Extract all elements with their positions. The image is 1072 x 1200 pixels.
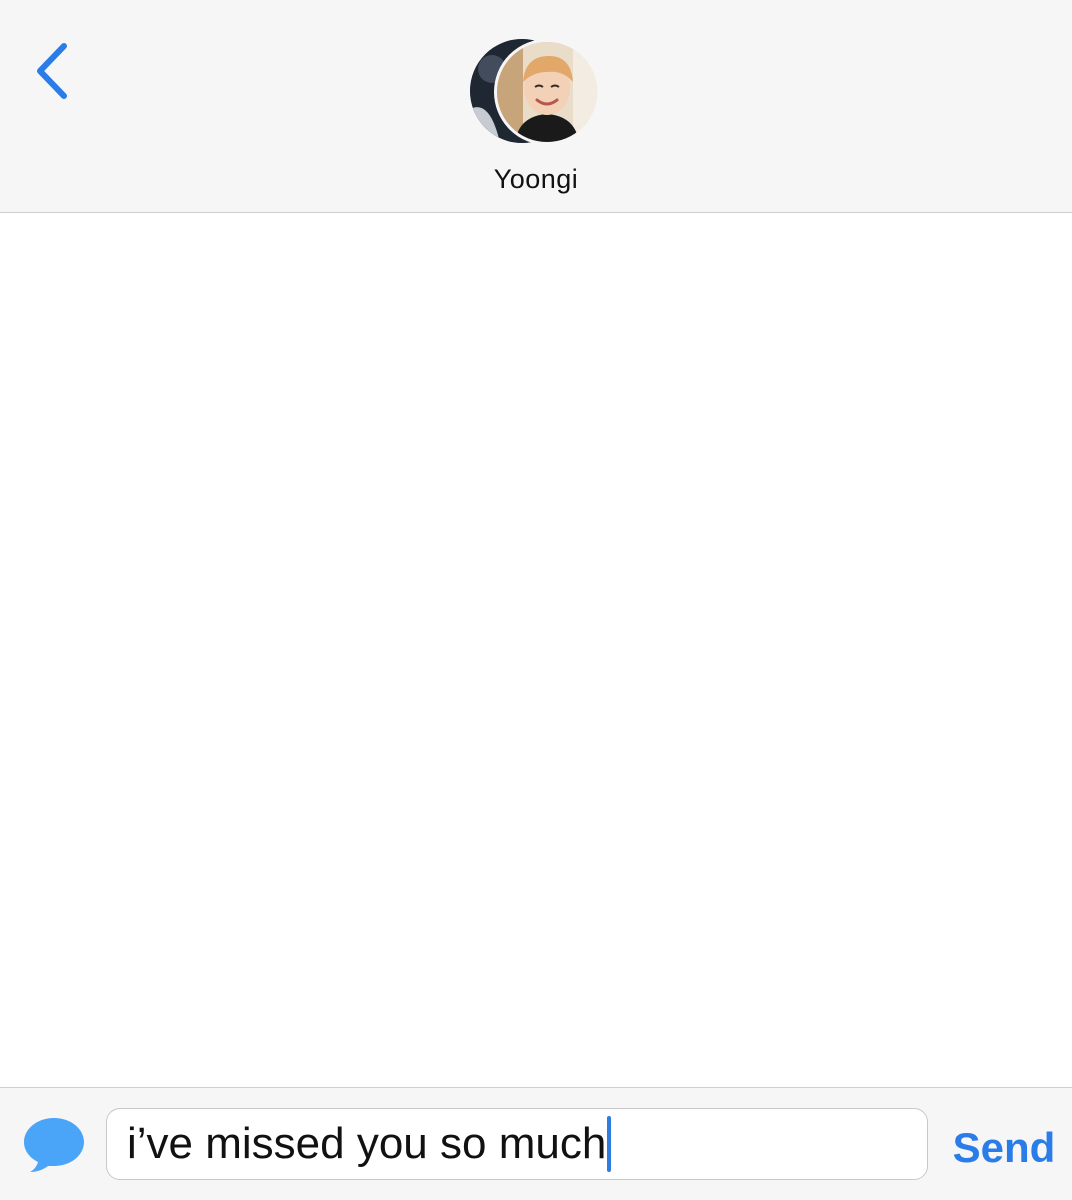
back-button[interactable]	[30, 40, 76, 102]
imessage-bubble-icon[interactable]	[22, 1114, 86, 1176]
contact-avatars[interactable]	[470, 39, 604, 147]
compose-bar: i’ve missed you so much Send	[0, 1087, 1072, 1200]
message-thread	[0, 213, 1072, 1087]
text-caret	[607, 1116, 612, 1172]
message-input[interactable]: i’ve missed you so much	[106, 1108, 928, 1180]
message-input-text: i’ve missed you so much	[127, 1119, 607, 1168]
conversation-header: Yoongi	[0, 0, 1072, 213]
avatar	[494, 39, 600, 145]
contact-name[interactable]: Yoongi	[0, 164, 1072, 195]
send-button[interactable]: Send	[948, 1124, 1060, 1172]
chevron-left-icon	[37, 43, 67, 99]
